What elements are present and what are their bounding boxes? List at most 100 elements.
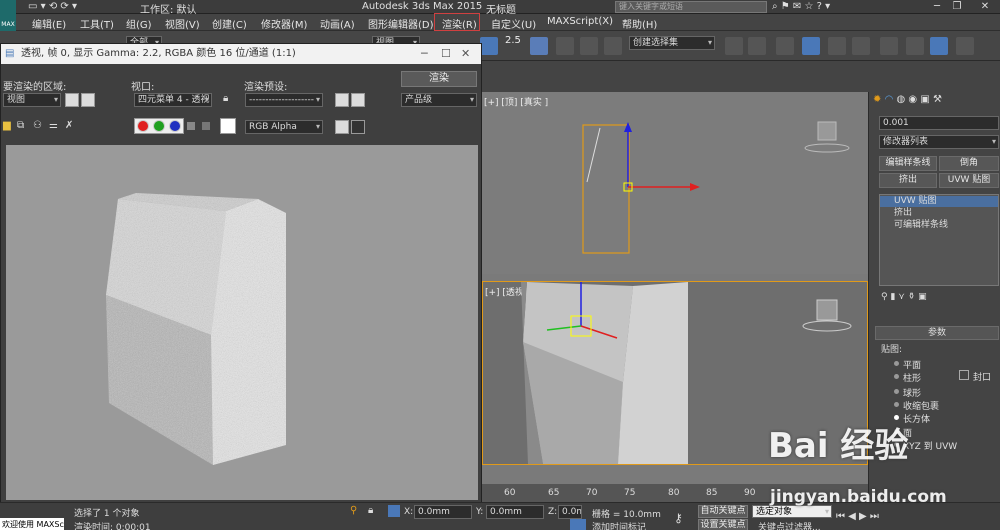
motion-tab-icon[interactable]: ◉ <box>908 94 917 105</box>
add-time-tag-text[interactable]: 添加时间标记 <box>592 520 646 530</box>
curve-editor-icon[interactable] <box>828 37 846 55</box>
maxscript-listener-box[interactable]: 欢迎使用 MAXSc <box>0 518 64 530</box>
render-production-icon[interactable] <box>956 37 974 55</box>
lock-icon[interactable]: 🔒︎ <box>223 93 228 104</box>
modifier-stack[interactable]: UVW 贴图 挤出 可编辑样条线 <box>879 194 999 286</box>
key-filters-button[interactable]: 关键点过滤器... <box>758 520 821 530</box>
selection-lock-icon[interactable]: 🔒︎ <box>368 505 373 516</box>
chamfer-button[interactable]: 倒角 <box>939 156 999 171</box>
named-selection-dropdown[interactable]: 创建选择集 <box>629 36 715 50</box>
stack-item-editable-spline[interactable]: 可编辑样条线 <box>880 220 998 231</box>
menu-tools[interactable]: 工具(T) <box>80 16 114 31</box>
copy-image-icon[interactable]: ⧉ <box>17 120 24 131</box>
render-preset-dropdown[interactable]: -------------------- <box>245 93 323 107</box>
select-move-icon[interactable] <box>480 37 498 55</box>
snap-toggle-label[interactable]: 2.5 <box>505 35 521 46</box>
utilities-tab-icon[interactable]: ⚒ <box>933 94 942 105</box>
edit-spline-button[interactable]: 编辑样条线 <box>879 156 937 171</box>
menu-help[interactable]: 帮助(H) <box>622 16 657 31</box>
render-canvas[interactable] <box>6 145 478 500</box>
toggle-ui-icon[interactable] <box>335 120 349 134</box>
absolute-mode-icon[interactable] <box>388 505 400 517</box>
render-setup-icon[interactable] <box>906 37 924 55</box>
stack-item-uvw[interactable]: UVW 贴图 <box>880 196 998 207</box>
align-icon[interactable] <box>748 37 766 55</box>
help-icons[interactable]: ⌕ ⚑ ✉ ☆ ? ▾ <box>772 1 830 12</box>
app-logo-icon[interactable]: MAX <box>0 0 16 34</box>
object-name-field[interactable]: 0.001 <box>879 116 999 130</box>
material-editor-icon[interactable] <box>880 37 898 55</box>
set-key-button[interactable]: 设置关键点 <box>698 519 748 530</box>
radio-spherical[interactable]: 球形 <box>893 386 921 399</box>
search-input[interactable]: 键入关键字或短语 <box>615 1 767 13</box>
maximize-icon[interactable]: ❐ <box>948 0 966 14</box>
channel-dropdown[interactable]: RGB Alpha <box>245 120 323 134</box>
auto-key-button[interactable]: 自动关键点 <box>698 505 748 518</box>
menu-customize[interactable]: 自定义(U) <box>491 16 536 31</box>
auto-region-icon[interactable] <box>81 93 95 107</box>
spinner-snap-icon[interactable] <box>580 37 598 55</box>
command-panel-tabs[interactable]: ✹ ◠ ◍ ◉ ▣ ⚒ <box>873 94 997 110</box>
swatch-icon[interactable] <box>220 118 236 134</box>
menu-create[interactable]: 创建(C) <box>212 16 247 31</box>
isolate-selection-icon[interactable]: ⚲ <box>350 505 357 516</box>
render-button[interactable]: 渲染 <box>401 71 477 87</box>
monochrome-icon[interactable] <box>187 122 195 130</box>
render-window-close-icon[interactable]: ✕ <box>461 47 470 60</box>
playback-controls[interactable]: ⏮ ◀ ▶ ⏭ <box>836 511 879 522</box>
menu-modifiers[interactable]: 修改器(M) <box>261 16 307 31</box>
clear-icon[interactable]: ✗ <box>65 120 73 131</box>
display-tab-icon[interactable]: ▣ <box>920 94 929 105</box>
menu-animation[interactable]: 动画(A) <box>320 16 355 31</box>
render-setup-small-icon[interactable] <box>335 93 349 107</box>
hierarchy-tab-icon[interactable]: ◍ <box>897 94 906 105</box>
alpha-icon[interactable] <box>202 122 210 130</box>
environment-icon[interactable] <box>351 93 365 107</box>
menu-graph-editors[interactable]: 图形编辑器(D) <box>368 16 434 31</box>
render-window-maximize-icon[interactable]: ☐ <box>441 47 451 60</box>
close-icon[interactable]: ✕ <box>970 0 1000 14</box>
radio-shrink-wrap[interactable]: 收缩包裹 <box>893 399 939 412</box>
save-image-icon[interactable]: ▆ <box>3 120 11 131</box>
stack-toolbar[interactable]: ⚲ ▮ ⋎ ⚱ ▣ <box>881 292 999 306</box>
edit-named-selection-icon[interactable] <box>604 37 622 55</box>
menu-maxscript[interactable]: MAXScript(X) <box>547 16 613 27</box>
blue-channel-icon[interactable] <box>169 120 181 132</box>
menu-views[interactable]: 视图(V) <box>165 16 200 31</box>
modifier-list-dropdown[interactable]: 修改器列表 <box>879 135 999 149</box>
modify-tab-icon[interactable]: ◠ <box>885 94 894 105</box>
quality-dropdown[interactable]: 产品级 <box>401 93 477 107</box>
radio-planar[interactable]: 平面 <box>893 358 921 371</box>
quick-access-icons[interactable]: ▭ ▾ ⟲ ⟳ ▾ <box>28 1 77 12</box>
schematic-view-icon[interactable] <box>852 37 870 55</box>
z-coord-field[interactable]: 0.0mm <box>558 505 582 519</box>
menu-group[interactable]: 组(G) <box>126 16 152 31</box>
stack-item-extrude[interactable]: 挤出 <box>880 208 998 219</box>
params-rollout-title[interactable]: 参数 <box>875 326 999 340</box>
edit-region-icon[interactable] <box>65 93 79 107</box>
uvw-map-button[interactable]: UVW 贴图 <box>939 173 999 188</box>
create-tab-icon[interactable]: ✹ <box>873 94 881 105</box>
viewport-dropdown[interactable]: 四元菜单 4 - 透视 <box>134 93 212 107</box>
extrude-button[interactable]: 挤出 <box>879 173 937 188</box>
radio-xyz-to-uvw[interactable]: XYZ 到 UVW <box>893 439 957 452</box>
cap-checkbox[interactable] <box>959 370 969 380</box>
render-window-minimize-icon[interactable]: ─ <box>421 47 428 60</box>
radio-cylindrical[interactable]: 柱形 <box>893 371 921 384</box>
rendered-frame-window-icon[interactable] <box>930 37 948 55</box>
ribbon-icon[interactable] <box>802 37 820 55</box>
layer-manager-icon[interactable] <box>776 37 794 55</box>
angle-snap-icon[interactable] <box>530 37 548 55</box>
toggle-overlay-icon[interactable] <box>351 120 365 134</box>
clone-window-icon[interactable]: ⚇ <box>33 120 42 131</box>
percent-snap-icon[interactable] <box>556 37 574 55</box>
green-channel-icon[interactable] <box>153 120 165 132</box>
key-icon[interactable]: ⚷ <box>674 511 683 525</box>
area-dropdown[interactable]: 视图 <box>3 93 61 107</box>
red-channel-icon[interactable] <box>137 120 149 132</box>
print-icon[interactable]: ⚌ <box>49 120 58 131</box>
minimize-icon[interactable]: ─ <box>928 0 946 14</box>
menu-edit[interactable]: 编辑(E) <box>32 16 66 31</box>
y-coord-field[interactable]: 0.0mm <box>486 505 544 519</box>
time-tag-icon[interactable] <box>570 519 586 530</box>
